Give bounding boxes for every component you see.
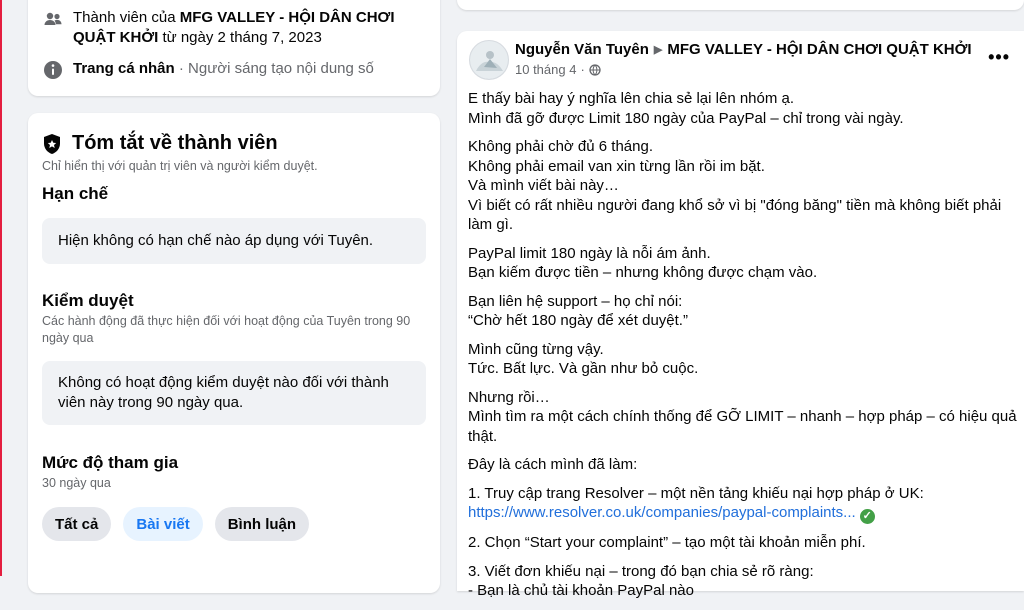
- moderation-heading: Kiểm duyệt: [42, 291, 134, 310]
- post-card: Nguyễn Văn Tuyên ▶ MFG VALLEY - HỘI DÂN …: [457, 31, 1024, 599]
- post-paragraph: 1. Truy cập trang Resolver – một nền tản…: [468, 484, 1018, 524]
- post-line: Bạn kiếm được tiền – nhưng không được ch…: [468, 264, 818, 281]
- shield-icon: [44, 133, 60, 154]
- restrictions-box: Hiện không có hạn chế nào áp dụng với Tu…: [42, 218, 426, 264]
- info-icon: [44, 61, 62, 79]
- post-paragraph: 2. Chọn “Start your complaint” – tạo một…: [468, 533, 1018, 553]
- post-line: Tức. Bất lực. Và gần như bỏ cuộc.: [468, 360, 699, 377]
- profile-label: Trang cá nhân: [73, 60, 175, 77]
- post-line: Đây là cách mình đã làm:: [468, 456, 638, 473]
- member-since: từ ngày 2 tháng 7, 2023: [158, 29, 322, 46]
- meta-dot: ·: [580, 62, 585, 77]
- post-line: Không phải email van xin từng lần rồi im…: [468, 157, 765, 175]
- post-paragraph: 3. Viết đơn khiếu nại – trong đó bạn chi…: [468, 562, 1018, 601]
- post-line: PayPal limit 180 ngày là nỗi ám ảnh.: [468, 244, 711, 262]
- summary-title: Tóm tắt về thành viên: [72, 132, 278, 154]
- post-line: Mình tìm ra một cách chính thống để GỠ L…: [468, 408, 1017, 445]
- post-line: Mình đã gỡ được Limit 180 ngày của PayPa…: [468, 109, 904, 127]
- engagement-subtitle: 30 ngày qua: [42, 476, 111, 490]
- member-summary-card: Tóm tắt về thành viên Chỉ hiển thị với q…: [28, 113, 440, 593]
- group-link[interactable]: MFG VALLEY - HỘI DÂN CHƠI QUẬT KHỞI: [667, 41, 971, 58]
- previous-post-card-edge: [457, 0, 1024, 10]
- avatar-image-icon: [470, 41, 508, 79]
- step-1-text: 1. Truy cập trang Resolver – một nền tản…: [468, 484, 924, 502]
- post-body: E thấy bài hay ý nghĩa lên chia sẻ lại l…: [468, 89, 1018, 610]
- tab-comments[interactable]: Bình luận: [214, 507, 310, 541]
- post-line: Bạn liên hệ support – họ chỉ nói:: [468, 292, 683, 310]
- post-paragraph: Không phải chờ đủ 6 tháng. Không phải em…: [468, 137, 1018, 235]
- step-3-text: 3. Viết đơn khiếu nại – trong đó bạn chi…: [468, 562, 814, 580]
- restrictions-heading: Hạn chế: [42, 184, 109, 203]
- members-icon: [44, 12, 62, 25]
- post-line: Nhưng rồi…: [468, 388, 550, 406]
- post-options-icon[interactable]: •••: [988, 47, 1010, 68]
- summary-header: Tóm tắt về thành viên: [42, 132, 278, 155]
- moderation-box: Không có hoạt động kiểm duyệt nào đối vớ…: [42, 361, 426, 425]
- globe-icon: [589, 63, 601, 76]
- post-date-link[interactable]: 10 tháng 4: [515, 62, 576, 77]
- post-paragraph: Đây là cách mình đã làm:: [468, 455, 1018, 475]
- caret-right-icon: ▶: [653, 44, 663, 56]
- check-mark-icon: ✓: [859, 509, 875, 524]
- step-2-text: 2. Chọn “Start your complaint” – tạo một…: [468, 534, 866, 551]
- profile-separator: ·: [174, 60, 189, 77]
- author-name-link[interactable]: Nguyễn Văn Tuyên: [515, 41, 649, 58]
- tab-all[interactable]: Tất cả: [42, 507, 112, 541]
- post-line: Và mình viết bài này…: [468, 177, 619, 194]
- moderation-subtitle: Các hành động đã thực hiện đối với hoạt …: [42, 314, 411, 345]
- moderation-text: Không có hoạt động kiểm duyệt nào đối vớ…: [58, 374, 389, 411]
- author-avatar[interactable]: [469, 40, 509, 80]
- tab-posts[interactable]: Bài viết: [123, 507, 203, 541]
- member-prefix: Thành viên của: [73, 9, 180, 26]
- post-line: Mình cũng từng vậy.: [468, 340, 604, 358]
- post-line: E thấy bài hay ý nghĩa lên chia sẻ lại l…: [468, 90, 795, 107]
- group-membership-row: Thành viên của MFG VALLEY - HỘI DÂN CHƠI…: [42, 8, 433, 48]
- restrictions-text: Hiện không có hạn chế nào áp dụng với Tu…: [58, 232, 374, 249]
- left-edge-line: [0, 0, 2, 576]
- post-paragraph: E thấy bài hay ý nghĩa lên chia sẻ lại l…: [468, 89, 1018, 128]
- post-header: Nguyễn Văn Tuyên ▶ MFG VALLEY - HỘI DÂN …: [515, 41, 972, 58]
- post-paragraph: Nhưng rồi… Mình tìm ra một cách chính th…: [468, 388, 1018, 447]
- post-paragraph: Bạn liên hệ support – họ chỉ nói: “Chờ h…: [468, 292, 1018, 331]
- post-meta: 10 tháng 4 ·: [515, 62, 601, 77]
- resolver-link[interactable]: https://www.resolver.co.uk/companies/pay…: [468, 504, 856, 521]
- summary-visibility-note: Chỉ hiển thị với quản trị viên và người …: [42, 159, 318, 173]
- profile-description: Người sáng tạo nội dung số: [188, 60, 374, 77]
- post-paragraph: Mình cũng từng vậy. Tức. Bất lực. Và gần…: [468, 340, 1018, 379]
- post-line: Vì biết có rất nhiều người đang khổ sở v…: [468, 196, 1002, 234]
- engagement-filter-tabs: Tất cả Bài viết Bình luận: [42, 507, 310, 541]
- profile-row: Trang cá nhân · Người sáng tạo nội dung …: [42, 59, 374, 81]
- post-line: “Chờ hết 180 ngày để xét duyệt.”: [468, 312, 688, 329]
- post-line: Không phải chờ đủ 6 tháng.: [468, 138, 653, 155]
- post-paragraph: PayPal limit 180 ngày là nỗi ám ảnh. Bạn…: [468, 244, 1018, 283]
- engagement-heading: Mức độ tham gia: [42, 453, 179, 472]
- membership-card: Thành viên của MFG VALLEY - HỘI DÂN CHƠI…: [28, 0, 440, 96]
- step-3-cut-line: - Bạn là chủ tài khoản PayPal nào: [468, 582, 694, 599]
